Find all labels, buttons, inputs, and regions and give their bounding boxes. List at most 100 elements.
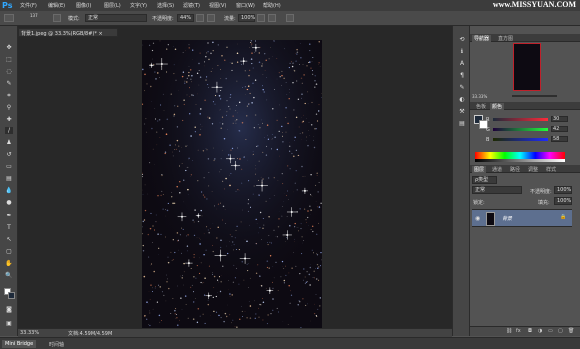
shape-tool-icon[interactable]: ▢ <box>5 248 13 255</box>
zoom-tool-icon[interactable]: 🔍 <box>5 272 13 279</box>
menu-select[interactable]: 选择(S) <box>157 2 174 9</box>
new-layer-icon[interactable]: ▢ <box>558 328 563 334</box>
menu-image[interactable]: 图像(I) <box>76 2 91 9</box>
folder-icon[interactable]: ▭ <box>548 328 553 334</box>
link-layers-icon[interactable]: ⛓ <box>506 328 512 334</box>
marquee-tool-icon[interactable]: ⬚ <box>5 56 13 63</box>
opacity-dropdown-icon[interactable] <box>196 14 204 22</box>
eyedropper-tool-icon[interactable]: ⚲ <box>5 104 13 111</box>
layer-row[interactable]: ◉ 背景 🔒 <box>472 209 572 227</box>
move-tool-icon[interactable]: ✥ <box>5 44 13 51</box>
fill-field[interactable]: 100% <box>554 197 572 205</box>
brush-tool-icon[interactable] <box>4 14 14 22</box>
layer-name[interactable]: 背景 <box>502 215 512 222</box>
menu-type[interactable]: 文字(Y) <box>130 2 147 9</box>
fx-icon[interactable]: fx <box>516 328 521 334</box>
screen-mode-icon[interactable]: ▣ <box>5 320 13 327</box>
blue-value[interactable]: 58 <box>551 136 568 142</box>
navigator-zoom[interactable]: 33.33% <box>472 94 487 99</box>
opacity-field[interactable]: 44% <box>177 14 194 22</box>
eye-icon[interactable]: ◉ <box>475 215 480 222</box>
brush-tool-icon[interactable]: / <box>5 127 13 134</box>
airbrush-icon[interactable] <box>268 14 276 22</box>
hand-tool-icon[interactable]: ✋ <box>5 260 13 267</box>
close-icon[interactable]: × <box>98 31 102 36</box>
tab-timeline[interactable]: 时间轴 <box>46 340 67 348</box>
properties-icon[interactable]: ▤ <box>458 120 466 127</box>
clone-source-icon[interactable]: ◐ <box>458 96 466 103</box>
tab-mini-bridge[interactable]: Mini Bridge <box>2 340 37 348</box>
tab-swatches[interactable]: 色板 <box>474 103 488 110</box>
blend-mode-select[interactable]: 正常 <box>472 186 522 194</box>
trash-icon[interactable]: 🗑 <box>568 328 574 334</box>
red-value[interactable]: 30 <box>551 116 568 122</box>
history-brush-icon[interactable]: ↺ <box>5 151 13 158</box>
paragraph-icon[interactable]: ¶ <box>458 72 466 79</box>
brush-size[interactable]: 137 <box>30 13 38 18</box>
document-size[interactable]: 文档:4.59M/4.59M <box>68 330 112 337</box>
tab-adjustments[interactable]: 调整 <box>526 166 540 173</box>
pressure-size-icon[interactable] <box>286 14 294 22</box>
mode-label: 模式: <box>68 16 80 22</box>
type-tool-icon[interactable]: T <box>5 224 13 231</box>
pressure-opacity-icon[interactable] <box>207 14 215 22</box>
tools-panel: ✥ ⬚ ◌ ✎ ⌗ ⚲ ✚ / ♟ ↺ ▭ ▤ 💧 ● ✒ T ↖ ▢ ✋ 🔍 … <box>0 26 18 336</box>
navigator-preview[interactable] <box>513 43 541 91</box>
red-slider[interactable] <box>493 118 548 121</box>
green-value[interactable]: 42 <box>551 126 568 132</box>
tab-color[interactable]: 颜色 <box>490 103 505 110</box>
tool-presets-icon[interactable]: ⚒ <box>458 108 466 115</box>
zoom-level[interactable]: 33.33% <box>20 330 39 336</box>
tab-channels[interactable]: 通道 <box>490 166 504 173</box>
blue-slider[interactable] <box>493 138 548 141</box>
brush-panel-icon[interactable] <box>53 14 61 22</box>
stamp-tool-icon[interactable]: ♟ <box>5 139 13 146</box>
tab-layers[interactable]: 图层 <box>472 166 487 173</box>
lock-icon: 🔒 <box>560 214 567 220</box>
navigator-zoom-slider[interactable] <box>512 95 557 97</box>
path-select-icon[interactable]: ↖ <box>5 236 13 243</box>
menu-file[interactable]: 文件(F) <box>20 2 37 9</box>
character-icon[interactable]: A <box>458 60 466 67</box>
menu-bar: Ps 文件(F) 编辑(E) 图像(I) 图层(L) 文字(Y) 选择(S) 滤… <box>0 0 580 11</box>
color-spectrum[interactable] <box>475 152 565 159</box>
fill-label: 填充: <box>538 200 550 206</box>
menu-layer[interactable]: 图层(L) <box>104 2 121 9</box>
document-canvas[interactable] <box>142 40 322 328</box>
mask-icon[interactable]: ◘ <box>528 328 532 334</box>
green-slider[interactable] <box>493 128 548 131</box>
document-tab[interactable]: 背景1.jpeg @ 33.3%(RGB/8#)* × <box>18 28 118 37</box>
eraser-tool-icon[interactable]: ▭ <box>5 163 13 170</box>
crop-tool-icon[interactable]: ⌗ <box>5 92 13 99</box>
quick-mask-icon[interactable]: ◙ <box>5 306 13 313</box>
dodge-tool-icon[interactable]: ● <box>5 199 13 206</box>
tab-paths[interactable]: 路径 <box>508 166 522 173</box>
quick-select-icon[interactable]: ✎ <box>5 80 13 87</box>
lasso-tool-icon[interactable]: ◌ <box>5 68 13 75</box>
healing-tool-icon[interactable]: ✚ <box>5 116 13 123</box>
adjustment-icon[interactable]: ◑ <box>538 328 542 334</box>
info-icon[interactable]: ℹ <box>458 48 466 55</box>
layer-kind-filter[interactable]: ρ类型 <box>472 176 497 184</box>
tab-styles[interactable]: 样式 <box>544 166 558 173</box>
background-color-swatch[interactable] <box>8 292 15 299</box>
photoshop-logo: Ps <box>2 1 13 10</box>
pen-tool-icon[interactable]: ✒ <box>5 212 13 219</box>
menu-help[interactable]: 帮助(H) <box>263 2 281 9</box>
menu-filter[interactable]: 滤镜(T) <box>183 2 200 9</box>
tab-navigator[interactable]: 导航器 <box>472 35 492 42</box>
menu-window[interactable]: 窗口(W) <box>236 2 255 9</box>
tab-histogram[interactable]: 直方图 <box>496 35 515 42</box>
history-icon[interactable]: ⟲ <box>458 36 466 43</box>
brush-presets-icon[interactable]: ✎ <box>458 84 466 91</box>
red-slider-row: R 30 <box>486 116 570 123</box>
flow-dropdown-icon[interactable] <box>257 14 265 22</box>
grayscale-ramp[interactable] <box>475 159 565 162</box>
blur-tool-icon[interactable]: 💧 <box>5 187 13 194</box>
menu-edit[interactable]: 编辑(E) <box>48 2 65 9</box>
flow-field[interactable]: 100% <box>238 14 255 22</box>
gradient-tool-icon[interactable]: ▤ <box>5 175 13 182</box>
menu-view[interactable]: 视图(V) <box>209 2 226 9</box>
mode-select[interactable]: 正常 <box>85 14 147 22</box>
layer-opacity-field[interactable]: 100% <box>554 186 572 194</box>
